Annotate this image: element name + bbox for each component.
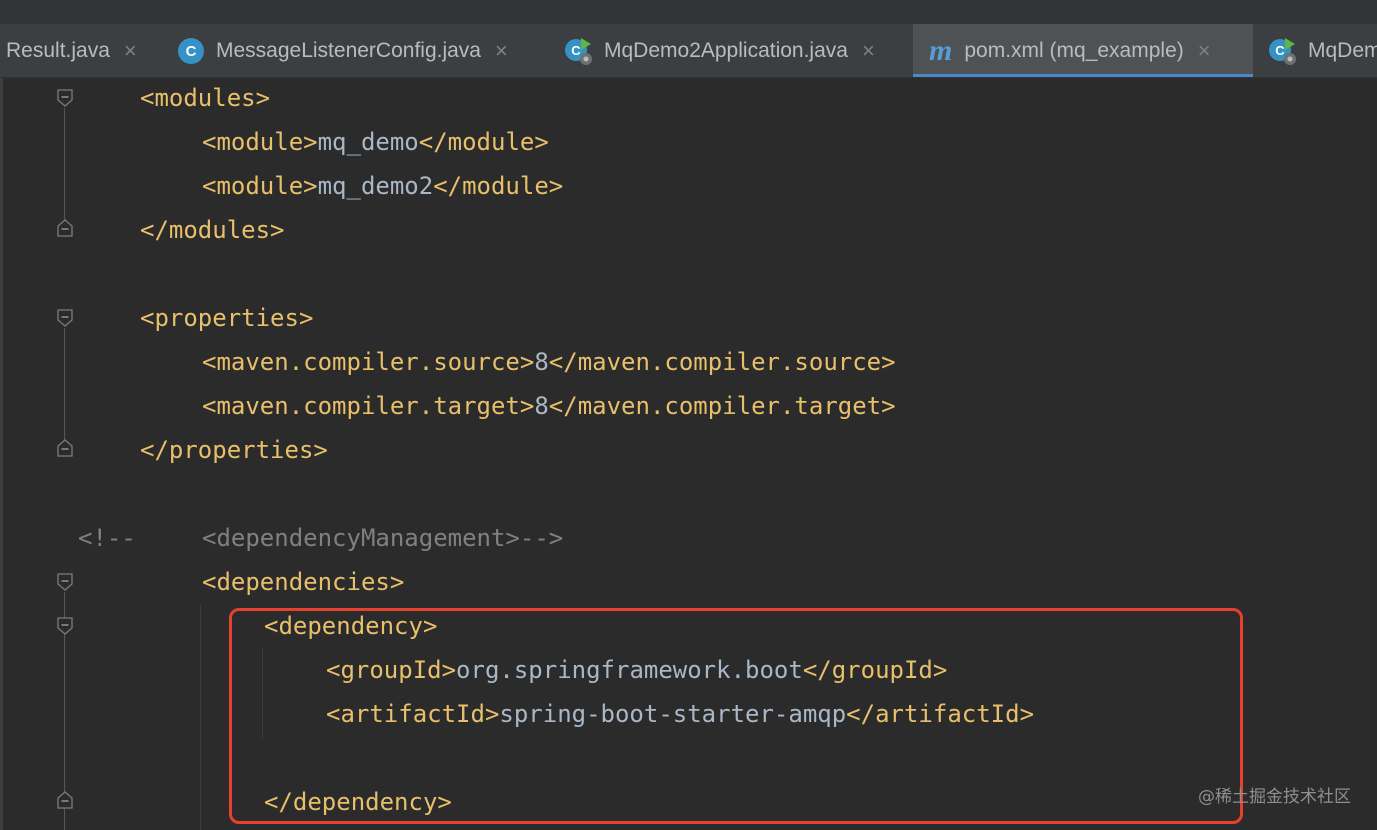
fold-collapse-icon[interactable] <box>57 309 73 327</box>
tab-pom-xml[interactable]: m pom.xml (mq_example) × <box>913 24 1253 77</box>
spring-app-icon: C <box>1268 36 1298 66</box>
close-icon[interactable]: × <box>862 38 875 64</box>
tab-mqdemo2-application[interactable]: C MqDemo2Application.java × <box>564 24 875 77</box>
tab-result-java[interactable]: Result.java × <box>6 24 137 77</box>
fold-range-line <box>64 108 65 222</box>
close-icon[interactable]: × <box>1198 38 1211 64</box>
code-line-dependencies-open: <dependencies> <box>202 568 405 596</box>
active-tab-indicator <box>913 74 1253 77</box>
fold-end-icon[interactable] <box>57 791 73 809</box>
code-line-properties-open: <properties> <box>140 304 314 332</box>
code-line-comment-start: <!-- <box>78 524 136 552</box>
highlight-annotation-box <box>229 608 1243 824</box>
tab-mqdemo-partial[interactable]: C MqDem <box>1268 24 1377 77</box>
maven-icon: m <box>929 34 953 67</box>
tab-label: MqDemo2Application.java <box>604 39 848 62</box>
close-icon[interactable]: × <box>124 38 137 64</box>
fold-range-line <box>64 328 65 442</box>
tab-message-listener-config[interactable]: C MessageListenerConfig.java × <box>178 24 508 77</box>
tab-label: pom.xml (mq_example) <box>964 39 1184 62</box>
code-line-compiler-source: <maven.compiler.source>8</maven.compiler… <box>202 348 896 376</box>
editor-gutter <box>0 78 60 830</box>
spring-app-icon: C <box>564 36 594 66</box>
fold-collapse-icon[interactable] <box>57 617 73 635</box>
code-line-module-mq-demo: <module>mq_demo</module> <box>202 128 549 156</box>
fold-collapse-icon[interactable] <box>57 89 73 107</box>
tab-label: Result.java <box>6 39 110 62</box>
code-line-compiler-target: <maven.compiler.target>8</maven.compiler… <box>202 392 896 420</box>
fold-end-icon[interactable] <box>57 219 73 237</box>
code-line-modules-close: </modules> <box>140 216 285 244</box>
indent-guide <box>200 604 201 830</box>
editor-tab-bar: Result.java × C MessageListenerConfig.ja… <box>0 0 1377 78</box>
code-line-properties-close: </properties> <box>140 436 328 464</box>
class-icon: C <box>178 38 204 64</box>
code-line-modules-open: <modules> <box>140 84 271 112</box>
svg-text:C: C <box>1275 43 1285 58</box>
fold-collapse-icon[interactable] <box>57 573 73 591</box>
svg-text:C: C <box>571 43 581 58</box>
close-icon[interactable]: × <box>495 38 508 64</box>
tab-bar-top-strip <box>0 0 1377 24</box>
tab-label: MqDem <box>1308 39 1377 62</box>
watermark: @稀土掘金技术社区 <box>1198 787 1351 807</box>
tab-label: MessageListenerConfig.java <box>216 39 481 62</box>
fold-end-icon[interactable] <box>57 439 73 457</box>
code-line-comment-dependency-management: <dependencyManagement>--> <box>202 524 564 552</box>
code-line-module-mq-demo2: <module>mq_demo2</module> <box>202 172 564 200</box>
